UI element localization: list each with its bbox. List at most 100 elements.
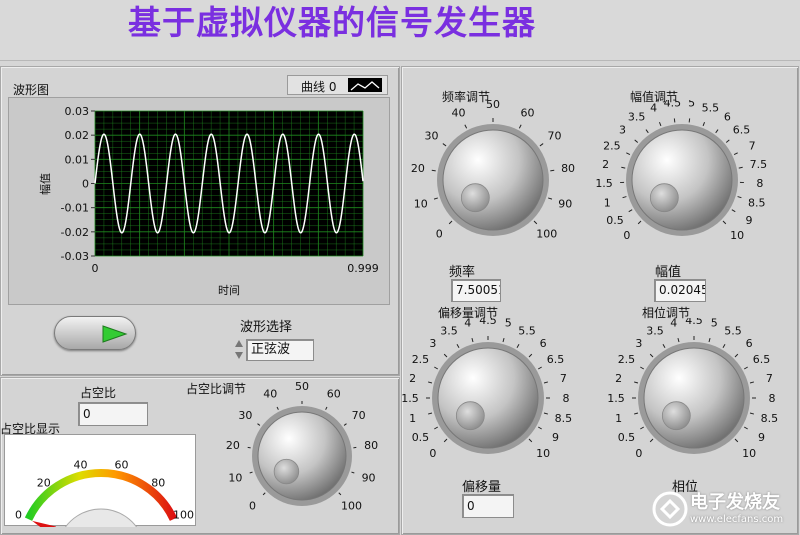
amp-knob-tick-mark [731, 209, 736, 213]
freq-knob-tick-mark [431, 169, 436, 172]
phase-knob-tick-mark [633, 412, 639, 415]
freq-knob-tick-mark [518, 124, 522, 129]
gauge-tick-label: 60 [114, 458, 128, 471]
phase-knob-tick-label: 0.5 [618, 431, 636, 444]
offset-knob-tick-label: 1 [409, 412, 416, 425]
freq-knob-tick-label: 30 [425, 129, 439, 142]
phase-knob-tick-mark [662, 344, 666, 349]
offset-knob-tick-label: 5 [505, 318, 512, 330]
offset-knob-tick-label: 10 [536, 447, 550, 460]
freq-field: 7.50051 [451, 279, 501, 302]
freq-knob-tick-label: 80 [561, 162, 575, 175]
gauge-tick-label: 20 [37, 476, 51, 489]
duty-knob-tick-mark [351, 471, 355, 474]
amp-knob-tick-label: 10 [730, 229, 744, 242]
phase-knob-tick-mark [640, 366, 645, 370]
amp-knob-tick-label: 0 [623, 229, 630, 242]
offset-knob-tick-mark [528, 353, 533, 358]
phase-knob-tick-mark [649, 438, 654, 443]
run-arrow-icon [102, 325, 128, 343]
amp-knob-tick-mark [725, 139, 730, 143]
offset-knob-tick-label: 0 [429, 447, 436, 460]
amp-knob-tick-mark [715, 129, 719, 134]
amp-knob[interactable]: 0 0.5 1 1.5 2 2.5 33.5 4 4.5 5 5.5 66.5 7 7.5 8 8.5 910 [592, 100, 774, 256]
phase-knob-tick-mark [734, 353, 739, 358]
amp-knob-tick-mark [737, 196, 742, 199]
amp-knob-tick-label: 4 [650, 101, 657, 114]
gauge-tick-label: 40 [74, 458, 88, 471]
y-axis-label: 幅值 [39, 173, 52, 195]
amp-knob-tick-label: 3.5 [628, 111, 646, 124]
plot-legend[interactable]: 曲线 0 [287, 75, 388, 95]
y-tick-label: -0.02 [61, 226, 89, 239]
freq-knob-tick-mark [448, 220, 453, 225]
phase-knob-tick-label: 2.5 [618, 353, 636, 366]
run-button[interactable] [54, 316, 136, 350]
phase-knob-tick-mark [743, 426, 748, 430]
amp-knob-tick-label: 6 [724, 111, 731, 124]
waveform-select-stepper[interactable] [233, 337, 245, 362]
offset-knob-tick-mark [516, 344, 520, 349]
phase-knob-tick-label: 8.5 [761, 412, 779, 425]
amp-knob-tick-mark [634, 139, 639, 143]
freq-knob-tick-label: 50 [486, 100, 500, 111]
freq-knob-tick-label: 70 [547, 129, 561, 142]
phase-knob-tick-mark [743, 366, 748, 370]
duty-knob-tick-label: 100 [341, 499, 362, 512]
waveform-select[interactable]: 正弦波 [246, 339, 314, 361]
offset-knob-tick-label: 6 [540, 337, 547, 350]
amp-knob-tick-label: 8.5 [748, 196, 766, 209]
freq-knob-tick-mark [464, 124, 468, 129]
amp-knob-tick-mark [733, 152, 738, 155]
x-tick-label: 0.999 [347, 262, 379, 275]
page-title: 基于虚拟仪器的信号发生器 [128, 3, 536, 42]
offset-knob-tick-mark [434, 426, 439, 430]
phase-knob-tick-mark [633, 381, 639, 384]
y-tick-label: -0.03 [61, 250, 89, 263]
x-tick-label: 0 [92, 262, 99, 275]
freq-knob-tick-mark [550, 169, 555, 172]
offset-knob-tick-label: 4 [464, 318, 471, 330]
duty-knob-tick-label: 70 [352, 409, 366, 422]
freq-knob-tick-mark [442, 143, 447, 147]
amp-knob-tick-label: 3 [619, 124, 626, 137]
freq-knob-tick-label: 20 [411, 162, 425, 175]
phase-knob-tick-label: 4 [670, 318, 677, 330]
phase-knob[interactable]: 0 0.5 1 1.5 2 2.5 3 3.5 4 4.5 5 5.5 66.5 7 8 8.5 910 [604, 318, 784, 474]
duty-knob-tick-mark [343, 423, 347, 426]
duty-knob-tick-label: 60 [327, 388, 341, 401]
offset-knob[interactable]: 0 0.5 1 1.5 2 2.5 3 3.5 4 4.5 5 5.5 66.5 7 8 8.5 910 [398, 318, 578, 474]
offset-knob-tick-mark [456, 344, 460, 349]
freq-knob-tick-mark [433, 197, 438, 200]
freq-knob[interactable]: 0 10 20 30 40 50 60 70 80 90 100 [409, 100, 579, 256]
offset-field: 0 [462, 494, 514, 518]
freq-knob-pointer [460, 183, 490, 213]
freq-knob-tick-label: 60 [521, 106, 535, 119]
y-tick-label: 0 [82, 178, 89, 191]
offset-knob-tick-label: 8 [563, 392, 570, 405]
elecfans-logo-icon [652, 491, 688, 527]
phase-knob-tick-label: 1 [615, 412, 622, 425]
phase-knob-tick-label: 3.5 [646, 324, 664, 337]
watermark-brand: 电子发烧友 [690, 492, 780, 513]
amp-field-label: 幅值 [655, 265, 682, 280]
offset-knob-tick-mark [471, 337, 474, 343]
phase-knob-tick-label: 8 [769, 392, 776, 405]
freq-knob-tick-label: 40 [451, 106, 465, 119]
offset-knob-tick-mark [502, 337, 505, 343]
duty-knob-tick-mark [257, 423, 261, 426]
duty-knob-tick-mark [276, 406, 279, 410]
amp-knob-tick-label: 7 [749, 140, 756, 153]
offset-knob-tick-label: 3.5 [440, 324, 458, 337]
amp-knob-tick-mark [637, 220, 642, 225]
waveform-select-label: 波形选择 [240, 320, 293, 335]
phase-knob-tick-label: 2 [615, 372, 622, 385]
duty-knob[interactable]: 0 10 20 30 40 50 60 70 80 90 100 [224, 378, 384, 534]
duty-knob-tick-label: 10 [228, 472, 242, 485]
freq-knob-face [442, 129, 544, 231]
offset-knob-tick-label: 2 [409, 372, 416, 385]
amp-knob-tick-label: 9 [746, 214, 753, 227]
offset-knob-tick-label: 7 [560, 372, 567, 385]
duty-knob-tick-mark [325, 406, 328, 410]
offset-knob-tick-mark [543, 381, 549, 384]
